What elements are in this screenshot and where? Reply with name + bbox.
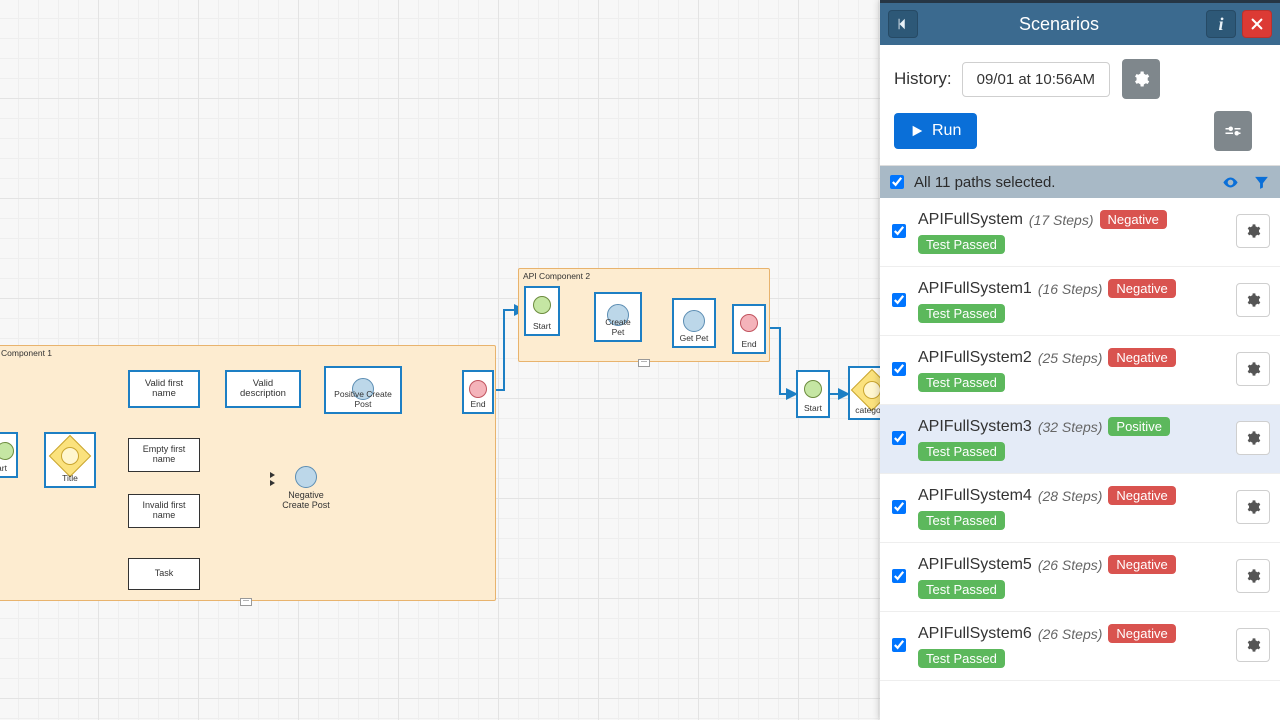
select-all-bar: All 11 paths selected.	[880, 166, 1280, 198]
scenario-name: APIFullSystem	[918, 211, 1023, 229]
panel-title: Scenarios	[918, 14, 1200, 35]
scenario-type-badge: Negative	[1108, 348, 1175, 367]
node-g2-create-pet[interactable]: Create Pet	[594, 292, 642, 342]
panel-header: Scenarios i	[880, 3, 1280, 45]
history-label: History:	[894, 69, 952, 89]
scenario-type-badge: Negative	[1108, 555, 1175, 574]
node-title-gateway[interactable]: Title	[44, 432, 96, 488]
scenario-steps: (28 Steps)	[1038, 488, 1103, 504]
scenario-name: APIFullSystem1	[918, 280, 1032, 298]
scenario-status-badge: Test Passed	[918, 373, 1005, 392]
scenario-item[interactable]: APIFullSystem5 (26 Steps) Negative Test Pa…	[880, 543, 1280, 612]
scenario-steps: (26 Steps)	[1038, 557, 1103, 573]
scenario-status-badge: Test Passed	[918, 511, 1005, 530]
scenario-steps: (26 Steps)	[1038, 626, 1103, 642]
scenario-settings-button[interactable]	[1236, 214, 1270, 248]
node-empty-first-name[interactable]: Empty first name	[128, 438, 200, 472]
run-button-label: Run	[932, 122, 961, 140]
node-negative-create-post[interactable]: Negative Create Post	[276, 466, 336, 510]
collapse-panel-button[interactable]	[888, 10, 918, 38]
node-end-1[interactable]: End	[462, 370, 494, 414]
scenario-settings-button[interactable]	[1236, 490, 1270, 524]
scenario-settings-button[interactable]	[1236, 628, 1270, 662]
scenario-type-badge: Negative	[1108, 279, 1175, 298]
node-g2-start[interactable]: Start	[524, 286, 560, 336]
scenario-status-badge: Test Passed	[918, 304, 1005, 323]
select-all-checkbox[interactable]	[890, 175, 904, 189]
scenario-steps: (25 Steps)	[1038, 350, 1103, 366]
scenario-list[interactable]: APIFullSystem (17 Steps) Negative Test Pas…	[880, 198, 1280, 720]
scenario-status-badge: Test Passed	[918, 442, 1005, 461]
node-positive-create-post[interactable]: Positive Create Post	[324, 366, 402, 414]
node-valid-description[interactable]: Valid description	[225, 370, 301, 408]
scenario-settings-button[interactable]	[1236, 283, 1270, 317]
scenario-name: APIFullSystem3	[918, 418, 1032, 436]
node-start-left[interactable]: art	[0, 432, 18, 478]
node-task[interactable]: Task	[128, 558, 200, 590]
group-label: Component 1	[1, 348, 52, 358]
scenario-name: APIFullSystem5	[918, 556, 1032, 574]
scenario-settings-button[interactable]	[1236, 352, 1270, 386]
scenario-item[interactable]: APIFullSystem3 (32 Steps) Positive Test Pa…	[880, 405, 1280, 474]
node-right-start[interactable]: Start	[796, 370, 830, 418]
scenario-name: APIFullSystem4	[918, 487, 1032, 505]
history-value[interactable]: 09/01 at 10:56AM	[962, 62, 1110, 97]
scenario-item[interactable]: APIFullSystem4 (28 Steps) Negative Test Pa…	[880, 474, 1280, 543]
panel-toolbar: History: 09/01 at 10:56AM Run	[880, 45, 1280, 166]
scenario-item[interactable]: APIFullSystem6 (26 Steps) Negative Test Pa…	[880, 612, 1280, 681]
scenario-item[interactable]: APIFullSystem2 (25 Steps) Negative Test Pa…	[880, 336, 1280, 405]
history-settings-button[interactable]	[1122, 59, 1160, 99]
scenario-checkbox[interactable]	[892, 569, 906, 583]
scenario-checkbox[interactable]	[892, 224, 906, 238]
scenario-steps: (17 Steps)	[1029, 212, 1094, 228]
scenario-steps: (32 Steps)	[1038, 419, 1103, 435]
scenario-type-badge: Negative	[1108, 486, 1175, 505]
scenario-type-badge: Positive	[1108, 417, 1170, 436]
visibility-icon[interactable]	[1222, 174, 1239, 191]
scenario-checkbox[interactable]	[892, 638, 906, 652]
run-settings-button[interactable]	[1214, 111, 1252, 151]
scenario-checkbox[interactable]	[892, 362, 906, 376]
scenario-settings-button[interactable]	[1236, 421, 1270, 455]
select-all-text: All 11 paths selected.	[914, 174, 1055, 191]
scenario-status-badge: Test Passed	[918, 649, 1005, 668]
scenario-status-badge: Test Passed	[918, 580, 1005, 599]
scenario-settings-button[interactable]	[1236, 559, 1270, 593]
node-g2-end[interactable]: End	[732, 304, 766, 354]
scenario-type-badge: Negative	[1108, 624, 1175, 643]
filter-icon[interactable]	[1253, 174, 1270, 191]
info-button[interactable]: i	[1206, 10, 1236, 38]
node-valid-first-name[interactable]: Valid first name	[128, 370, 200, 408]
scenario-name: APIFullSystem2	[918, 349, 1032, 367]
scenario-status-badge: Test Passed	[918, 235, 1005, 254]
run-button[interactable]: Run	[894, 113, 977, 149]
scenarios-panel: Scenarios i History: 09/01 at 10:56AM Ru…	[880, 0, 1280, 720]
scenario-type-badge: Negative	[1100, 210, 1167, 229]
scenario-checkbox[interactable]	[892, 500, 906, 514]
scenario-checkbox[interactable]	[892, 293, 906, 307]
group-collapse-handle[interactable]: —	[240, 598, 252, 606]
node-g2-get-pet[interactable]: Get Pet	[672, 298, 716, 348]
scenario-checkbox[interactable]	[892, 431, 906, 445]
group-collapse-handle[interactable]: —	[638, 359, 650, 367]
scenario-name: APIFullSystem6	[918, 625, 1032, 643]
scenario-steps: (16 Steps)	[1038, 281, 1103, 297]
group-label: API Component 2	[523, 271, 590, 281]
scenario-item[interactable]: APIFullSystem1 (16 Steps) Negative Test Pa…	[880, 267, 1280, 336]
node-invalid-first-name[interactable]: Invalid first name	[128, 494, 200, 528]
close-panel-button[interactable]	[1242, 10, 1272, 38]
scenario-item[interactable]: APIFullSystem (17 Steps) Negative Test Pas…	[880, 198, 1280, 267]
